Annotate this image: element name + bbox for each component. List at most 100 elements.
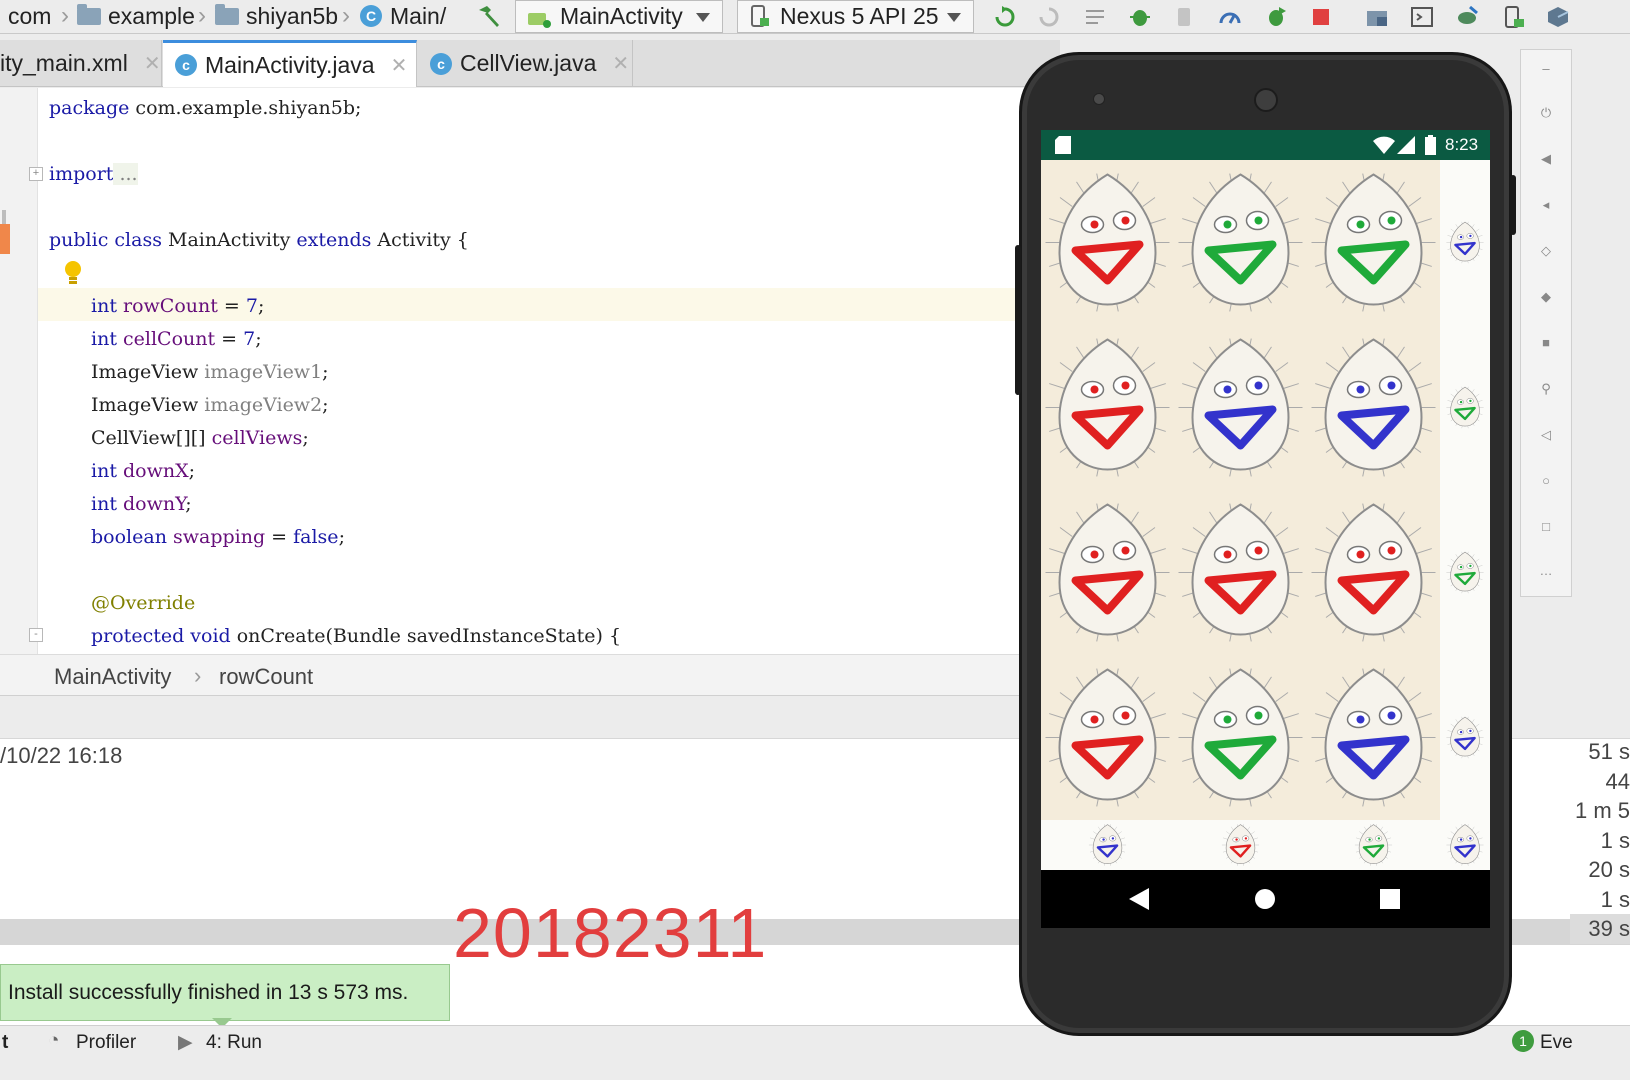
minimize-icon[interactable]: – [1537, 60, 1555, 78]
face-cell[interactable] [1041, 325, 1174, 490]
face-cell[interactable] [1174, 820, 1307, 870]
avd-manager-icon[interactable] [1502, 5, 1526, 29]
face-cell[interactable] [1440, 655, 1490, 820]
face-cell[interactable] [1041, 655, 1174, 820]
tool-window-button[interactable]: t [2, 1032, 8, 1054]
android-clock: 8:23 [1445, 135, 1479, 154]
emulator-screen[interactable]: 8:23 [1041, 130, 1490, 870]
face-cell[interactable] [1307, 655, 1440, 820]
face-cell[interactable] [1174, 655, 1307, 820]
apply-changes-icon[interactable] [993, 5, 1017, 29]
face-cell[interactable] [1307, 490, 1440, 655]
nav-crumb-example[interactable]: example [77, 2, 195, 30]
more-icon[interactable]: … [1537, 562, 1555, 580]
tool-window-profiler[interactable]: Profiler [76, 1032, 136, 1054]
nav-home-icon[interactable] [1254, 888, 1276, 910]
lightbulb-icon[interactable] [64, 260, 82, 286]
code-keyword: int [91, 493, 117, 515]
breadcrumb-field[interactable]: rowCount [219, 664, 313, 690]
tab-mainactivity-java[interactable]: c MainActivity.java ✕ [163, 40, 417, 87]
face-cell[interactable] [1440, 160, 1490, 325]
face-cell[interactable] [1041, 820, 1174, 870]
crumb-separator: › [342, 2, 350, 29]
tab-activity-main-xml[interactable]: ity_main.xml ✕ [0, 40, 162, 87]
project-structure-icon[interactable] [1365, 5, 1389, 29]
fold-icon[interactable]: + [29, 167, 43, 181]
face-cell-grid[interactable] [1041, 160, 1490, 870]
close-icon[interactable]: ✕ [612, 51, 629, 76]
volume-down-icon[interactable]: ◂ [1537, 196, 1555, 214]
face-cell[interactable] [1307, 160, 1440, 325]
camera-icon[interactable]: ■ [1537, 334, 1555, 352]
code-line: int cellCount = 7; [91, 323, 262, 356]
code-keyword: false [293, 526, 339, 548]
power-icon[interactable]: ⏻ [1537, 104, 1555, 122]
code-field: downX [116, 460, 189, 482]
face-icon [1446, 551, 1484, 594]
debug-icon[interactable] [1128, 5, 1152, 29]
code-line: int rowCount = 7; [91, 290, 264, 323]
home-icon[interactable]: ○ [1537, 472, 1555, 490]
nav-crumb-shiyan5b[interactable]: shiyan5b [215, 2, 338, 30]
volume-up-icon[interactable]: ◀ [1537, 150, 1555, 168]
face-cell[interactable] [1307, 820, 1440, 870]
fold-icon[interactable]: - [29, 628, 43, 642]
face-cell[interactable] [1440, 325, 1490, 490]
face-cell[interactable] [1440, 490, 1490, 655]
code-folded-text[interactable]: ... [113, 163, 138, 185]
sdk-manager-icon[interactable] [1546, 5, 1570, 29]
code-field: swapping [166, 526, 266, 548]
code-text: ; [338, 526, 345, 548]
face-cell[interactable] [1174, 160, 1307, 325]
nav-back-icon[interactable] [1129, 888, 1149, 910]
terminal-icon[interactable] [1410, 5, 1434, 29]
coverage-icon[interactable] [1083, 5, 1107, 29]
back-icon[interactable]: ◁ [1537, 426, 1555, 444]
face-cell[interactable] [1041, 160, 1174, 325]
rotate-right-icon[interactable]: ◆ [1537, 288, 1555, 306]
class-icon: c [430, 52, 452, 75]
face-icon [1045, 338, 1170, 477]
hammer-icon[interactable] [476, 4, 502, 28]
close-icon[interactable]: ✕ [144, 51, 161, 76]
apply-code-changes-icon[interactable] [1037, 5, 1061, 29]
close-icon[interactable]: ✕ [391, 53, 408, 78]
tool-window-run[interactable]: 4: Run [206, 1032, 262, 1054]
rotate-left-icon[interactable]: ◇ [1537, 242, 1555, 260]
overview-icon[interactable]: □ [1537, 518, 1555, 536]
zoom-icon[interactable]: ⚲ [1537, 380, 1555, 398]
code-field: downY [116, 493, 186, 515]
android-app-icon [528, 12, 551, 28]
face-cell[interactable] [1174, 490, 1307, 655]
editor-gutter: + - [0, 88, 43, 654]
breadcrumb-class[interactable]: MainActivity [54, 664, 171, 690]
attach-debugger-icon[interactable] [1173, 5, 1197, 29]
device-dropdown[interactable]: Nexus 5 API 25 [737, 0, 974, 33]
sync-gradle-icon[interactable] [1455, 5, 1479, 29]
timing-value: 44 [1605, 768, 1630, 794]
face-cell[interactable] [1440, 820, 1490, 870]
nav-crumb-mainactivity[interactable]: C Main/ [360, 2, 446, 30]
code-text: ; [255, 328, 262, 350]
tab-label: MainActivity.java [205, 51, 375, 78]
code-editor[interactable]: + - package com.example.shiyan5b; import… [0, 88, 1060, 654]
face-cell[interactable] [1041, 490, 1174, 655]
nav-crumb-com[interactable]: com [8, 2, 51, 30]
timing-value: 1 s [1600, 886, 1630, 912]
nav-overview-icon[interactable] [1380, 889, 1400, 909]
code-text: ; [322, 361, 329, 383]
face-icon [1088, 824, 1127, 866]
folder-icon [77, 3, 101, 25]
run-config-dropdown[interactable]: MainActivity [515, 0, 723, 33]
debug-run-icon[interactable] [1264, 5, 1288, 29]
face-cell[interactable] [1307, 325, 1440, 490]
tab-cellview-java[interactable]: c CellView.java ✕ [418, 40, 633, 87]
tool-window-event-log[interactable]: Eve [1540, 1032, 1573, 1054]
battery-icon [1425, 135, 1436, 155]
code-text: = [265, 526, 294, 548]
face-cell[interactable] [1174, 325, 1307, 490]
stop-icon[interactable] [1309, 5, 1333, 29]
profiler-icon[interactable] [1218, 5, 1242, 29]
code-unused-field: imageView1 [198, 361, 323, 383]
breadcrumb-separator: › [194, 663, 202, 688]
